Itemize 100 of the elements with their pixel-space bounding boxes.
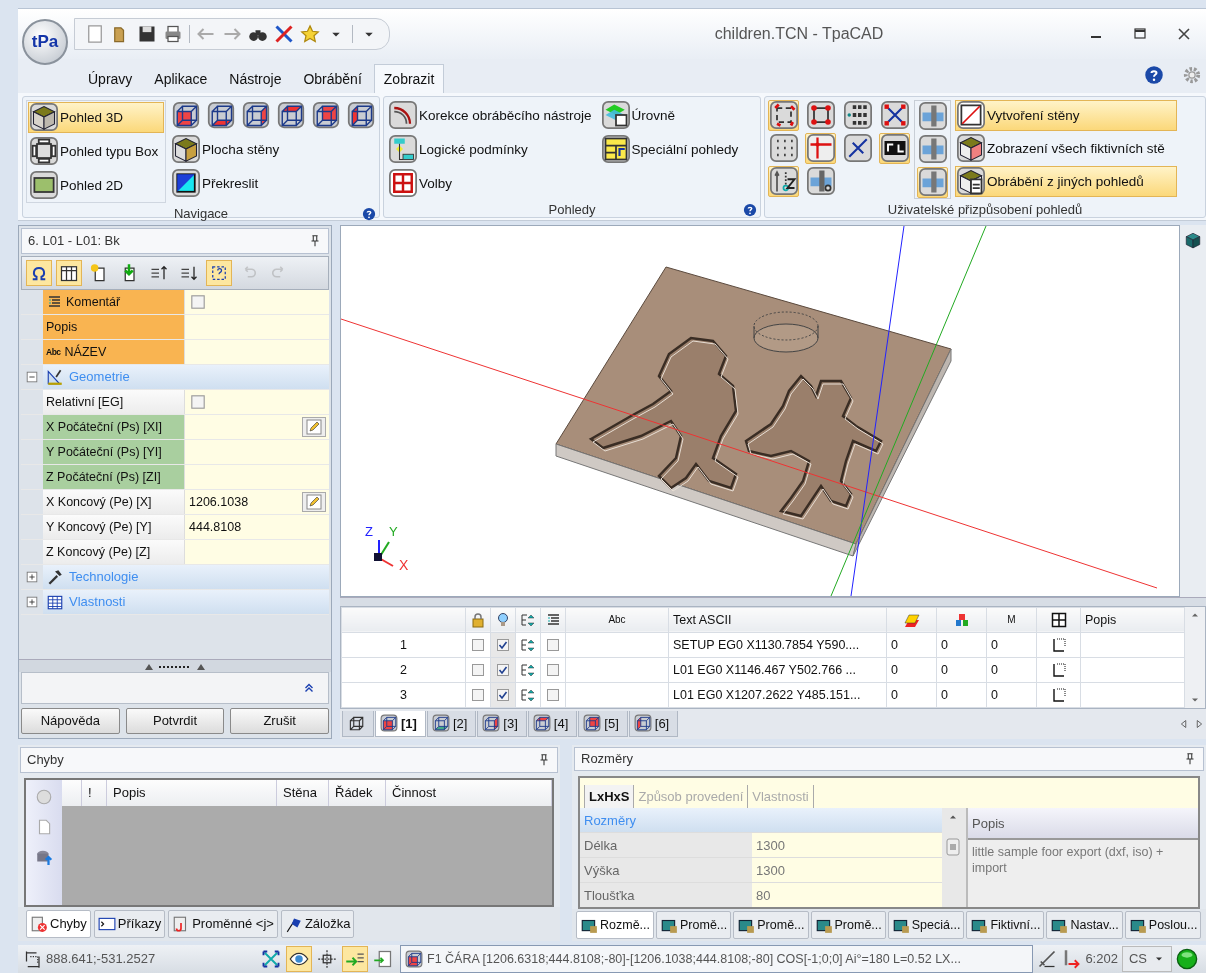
- panel-tab[interactable]: Rozmě...: [576, 911, 654, 939]
- property-value[interactable]: 1300: [752, 858, 942, 883]
- dialog-button[interactable]: Potvrdit: [125, 707, 225, 734]
- view-cube-button[interactable]: [205, 99, 236, 131]
- ribbon-button[interactable]: Logické podmínky: [387, 133, 596, 165]
- ribbon-button[interactable]: Překreslit: [170, 167, 376, 199]
- star-icon[interactable]: [300, 24, 320, 44]
- tool-button[interactable]: [879, 99, 910, 131]
- checkbox-icon[interactable]: [495, 686, 511, 703]
- panel-tab[interactable]: Fiktivní...: [966, 911, 1045, 939]
- column-header[interactable]: Popis: [1080, 607, 1185, 633]
- view-cube-button[interactable]: [275, 99, 306, 131]
- column-header[interactable]: Abc: [565, 607, 669, 633]
- column-header[interactable]: Stěna: [277, 779, 329, 806]
- cube-icon[interactable]: [1184, 230, 1202, 249]
- panel-tab[interactable]: Záložka: [280, 909, 355, 938]
- column-header[interactable]: !: [82, 779, 107, 806]
- view-tab[interactable]: [6]: [628, 710, 679, 737]
- ribbon-button[interactable]: Plocha stěny: [170, 133, 376, 165]
- tool-button[interactable]: [842, 132, 873, 164]
- tool-button[interactable]: [768, 99, 799, 131]
- ribbon-tab[interactable]: Obrábění: [293, 63, 372, 93]
- panel-tab[interactable]: Poslou...: [1124, 911, 1202, 939]
- edit-button[interactable]: [302, 416, 326, 437]
- ribbon-button[interactable]: Volby: [387, 167, 596, 199]
- view-button[interactable]: Pohled 3D: [28, 101, 164, 133]
- view-cube-button[interactable]: [240, 99, 271, 131]
- view-tab[interactable]: [1]: [375, 710, 426, 737]
- toolbar-button[interactable]: [26, 259, 52, 286]
- expand-icon[interactable]: [25, 569, 39, 584]
- column-header[interactable]: Text ASCII: [668, 607, 887, 633]
- toolbar-button[interactable]: [206, 259, 232, 286]
- ribbon-tab[interactable]: Aplikace: [144, 63, 218, 93]
- checkbox-icon[interactable]: [470, 661, 486, 678]
- ribbon-button[interactable]: Obrábění z jiných pohledů: [955, 165, 1177, 197]
- ribbon-button[interactable]: Speciální pohledy: [599, 133, 743, 165]
- ribbon-tab[interactable]: Úpravy: [78, 63, 143, 93]
- checkbox-icon[interactable]: [189, 392, 207, 411]
- view-cube-button[interactable]: [170, 99, 201, 131]
- status-tool-button[interactable]: [286, 945, 312, 972]
- checkbox-icon[interactable]: [470, 686, 486, 703]
- ribbon-button[interactable]: Korekce obráběcího nástroje: [387, 99, 596, 131]
- property-value[interactable]: 1300: [752, 833, 942, 858]
- view-tab[interactable]: [342, 710, 374, 737]
- panel-tab[interactable]: Promě...: [810, 911, 886, 939]
- property-value[interactable]: 80: [752, 883, 942, 908]
- checkbox-icon[interactable]: [545, 636, 561, 653]
- panel-tab[interactable]: Příkazy: [93, 909, 166, 938]
- language-dropdown[interactable]: CS: [1121, 945, 1172, 972]
- dialog-button[interactable]: Nápověda: [21, 707, 120, 734]
- tools-icon[interactable]: [274, 24, 294, 44]
- toolbar-button[interactable]: [56, 259, 82, 286]
- checkbox-icon[interactable]: [545, 661, 561, 678]
- panel-tab[interactable]: Promě...: [656, 911, 732, 939]
- panel-tab[interactable]: Chyby: [26, 909, 91, 938]
- ribbon-button[interactable]: Vytvoření stěny: [955, 99, 1177, 131]
- tool-button[interactable]: [842, 99, 873, 131]
- view-cube-button[interactable]: [345, 99, 376, 131]
- tool-button[interactable]: [879, 132, 910, 164]
- column-header[interactable]: Popis: [107, 779, 277, 806]
- tool-button[interactable]: [805, 99, 836, 131]
- property-value[interactable]: 1206.1038: [185, 489, 329, 514]
- expand-icon[interactable]: [25, 594, 39, 609]
- property-value[interactable]: 444.8108: [185, 514, 329, 539]
- app-logo[interactable]: tPa: [22, 19, 68, 65]
- view-button[interactable]: Pohled 2D: [28, 169, 164, 201]
- checkbox-icon[interactable]: [189, 292, 207, 311]
- ribbon-button[interactable]: Zobrazení všech fiktivních stě: [955, 132, 1177, 164]
- view-tab[interactable]: [4]: [527, 710, 578, 737]
- panel-tab[interactable]: Speciá...: [887, 911, 965, 939]
- view-tab[interactable]: [3]: [477, 710, 527, 737]
- tool-button[interactable]: [768, 165, 799, 197]
- pencil-ruler-icon[interactable]: [1037, 948, 1058, 969]
- checkbox-icon[interactable]: [545, 686, 561, 703]
- maximize-icon[interactable]: [1132, 26, 1148, 42]
- column-header[interactable]: M: [986, 607, 1037, 633]
- dialog-button[interactable]: Zrušit: [230, 707, 329, 734]
- checkbox-icon[interactable]: [470, 636, 486, 653]
- ribbon-tab[interactable]: Zobrazit: [373, 63, 445, 93]
- checkbox-icon[interactable]: [495, 661, 511, 678]
- ribbon-button[interactable]: Úrovně: [599, 99, 743, 131]
- close-icon[interactable]: [1176, 26, 1192, 42]
- edit-button[interactable]: [302, 491, 326, 512]
- scrollbar[interactable]: [1185, 606, 1205, 708]
- tab[interactable]: LxHxS: [584, 785, 635, 809]
- save-icon[interactable]: [137, 24, 157, 44]
- view-button[interactable]: Pohled typu Box: [28, 135, 164, 167]
- column-header[interactable]: Činnost: [386, 779, 552, 806]
- viewport-canvas[interactable]: Z Y X: [340, 224, 1180, 597]
- panel-tab[interactable]: Promě...: [733, 911, 809, 939]
- view-cube-button[interactable]: [310, 99, 341, 131]
- panel-tab[interactable]: Proměnné <j>: [168, 909, 278, 938]
- column-header[interactable]: Řádek: [329, 779, 386, 806]
- checkbox-icon[interactable]: [495, 636, 511, 653]
- ribbon-tab[interactable]: Nástroje: [219, 63, 292, 93]
- printer-icon[interactable]: [163, 24, 183, 44]
- view-tab[interactable]: [5]: [578, 710, 628, 737]
- view-tab[interactable]: [2]: [426, 710, 477, 737]
- property-label: X Počáteční (Ps) [XI]: [43, 414, 185, 439]
- panel-tab[interactable]: Nastav...: [1046, 911, 1123, 939]
